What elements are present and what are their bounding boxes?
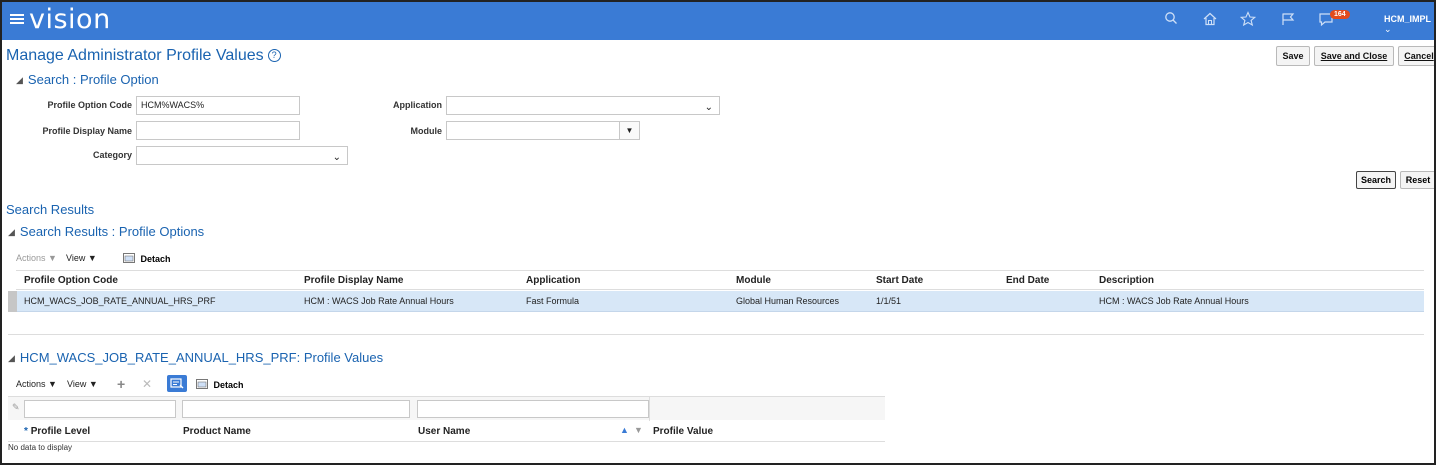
column-header-profile-level[interactable]: * Profile Level	[24, 426, 90, 437]
actions-label: Actions	[16, 379, 46, 389]
dropdown-arrow-icon[interactable]: ▼	[619, 122, 639, 139]
reset-button[interactable]: Reset	[1400, 171, 1434, 189]
application-label: Application	[393, 100, 442, 110]
cancel-button[interactable]: Cancel	[1398, 46, 1434, 66]
column-divider	[649, 397, 650, 421]
detach-icon	[196, 379, 208, 389]
user-name-filter[interactable]	[417, 400, 649, 418]
detach-icon	[123, 253, 135, 263]
brand-logo[interactable]: vision	[29, 4, 111, 35]
actions-label: Actions	[16, 253, 46, 263]
section-divider	[8, 334, 1424, 335]
column-header-module[interactable]: Module	[736, 275, 771, 286]
cell-description: HCM : WACS Job Rate Annual Hours	[1099, 296, 1249, 306]
profile-level-label: Profile Level	[30, 426, 91, 437]
column-header-start-date[interactable]: Start Date	[876, 275, 923, 286]
flag-icon[interactable]	[1278, 11, 1298, 31]
view-label: View	[67, 379, 87, 389]
app-window: vision 164 HCM_IMPL ⌄ Manage Administrat…	[0, 0, 1436, 465]
notification-count-badge: 164	[1330, 10, 1350, 19]
detach-button[interactable]: Detach	[196, 379, 244, 390]
category-select[interactable]: ⌄	[136, 146, 348, 165]
profile-display-name-label: Profile Display Name	[42, 126, 132, 136]
column-header-product-name[interactable]: Product Name	[183, 426, 251, 437]
profile-level-filter[interactable]	[24, 400, 176, 418]
edit-icon: ✎	[12, 402, 20, 412]
search-button[interactable]: Search	[1356, 171, 1396, 189]
column-header-application[interactable]: Application	[526, 275, 580, 286]
chevron-down-icon: ⌄	[1384, 24, 1392, 34]
view-menu[interactable]: View ▼	[67, 379, 98, 389]
application-select[interactable]: ⌄	[446, 96, 720, 115]
cell-start-date: 1/1/51	[876, 296, 902, 306]
query-by-example-icon[interactable]	[167, 375, 187, 392]
actions-menu[interactable]: Actions ▼	[16, 379, 57, 389]
column-header-end-date[interactable]: End Date	[1006, 275, 1049, 286]
search-section-title: Search : Profile Option	[27, 72, 159, 87]
home-icon[interactable]	[1200, 11, 1220, 31]
profile-options-section-header[interactable]: ◢ Search Results : Profile Options	[8, 224, 204, 239]
collapse-triangle-icon[interactable]: ◢	[8, 227, 15, 238]
profile-display-name-field[interactable]	[136, 121, 300, 140]
module-label: Module	[410, 126, 443, 136]
cell-profile-option-code: HCM_WACS_JOB_RATE_ANNUAL_HRS_PRF	[24, 296, 216, 306]
table-row[interactable]: HCM_WACS_JOB_RATE_ANNUAL_HRS_PRF HCM : W…	[8, 291, 1424, 312]
column-header-profile-value[interactable]: Profile Value	[653, 426, 713, 437]
detach-label: Detach	[213, 380, 244, 390]
column-header-user-name[interactable]: User Name	[418, 426, 470, 437]
profile-option-code-field[interactable]: HCM%WACS%	[136, 96, 300, 115]
collapse-triangle-icon[interactable]: ◢	[16, 75, 23, 86]
results-table-header: Profile Option Code Profile Display Name…	[16, 270, 1424, 290]
menu-icon[interactable]	[10, 12, 26, 26]
user-name: HCM_IMPL	[1384, 14, 1431, 24]
page-title-text: Manage Administrator Profile Values	[6, 47, 264, 64]
user-menu[interactable]: HCM_IMPL ⌄	[1384, 14, 1434, 35]
help-icon[interactable]: ?	[267, 49, 281, 62]
sort-descending-icon[interactable]: ▼	[634, 425, 643, 435]
delete-icon[interactable]: ✕	[142, 377, 152, 391]
add-icon[interactable]: +	[117, 376, 125, 392]
filter-row: ✎	[8, 396, 885, 421]
search-section-header[interactable]: ◢ Search : Profile Option	[16, 72, 159, 87]
actions-menu[interactable]: Actions ▼	[16, 253, 57, 263]
global-header: vision 164 HCM_IMPL ⌄	[2, 2, 1434, 40]
search-icon[interactable]	[1161, 11, 1181, 31]
column-header-description[interactable]: Description	[1099, 275, 1154, 286]
cell-module: Global Human Resources	[736, 296, 840, 306]
chevron-down-icon: ⌄	[332, 152, 341, 163]
view-menu[interactable]: View ▼	[66, 253, 97, 263]
detach-button[interactable]: Detach	[123, 253, 171, 264]
chevron-down-icon: ⌄	[704, 102, 713, 113]
cell-application: Fast Formula	[526, 296, 580, 306]
search-results-title: Search Results	[6, 202, 95, 217]
cell-profile-display-name: HCM : WACS Job Rate Annual Hours	[304, 296, 454, 306]
product-name-filter[interactable]	[182, 400, 410, 418]
module-select[interactable]: ▼	[446, 121, 640, 140]
profile-option-code-label: Profile Option Code	[47, 100, 133, 110]
empty-table-message: No data to display	[8, 443, 73, 452]
category-label: Category	[92, 150, 132, 160]
column-header-profile-option-code[interactable]: Profile Option Code	[24, 275, 118, 286]
save-button[interactable]: Save	[1276, 46, 1310, 66]
collapse-triangle-icon[interactable]: ◢	[8, 353, 15, 364]
star-icon[interactable]	[1238, 11, 1258, 31]
row-selector[interactable]	[8, 291, 17, 312]
page-title: Manage Administrator Profile Values?	[6, 47, 281, 65]
profile-values-table-header: * Profile Level Product Name User Name ▲…	[8, 421, 885, 442]
column-header-profile-display-name[interactable]: Profile Display Name	[304, 275, 403, 286]
view-label: View	[66, 253, 86, 263]
detach-label: Detach	[140, 254, 171, 264]
profile-values-section-header[interactable]: ◢ HCM_WACS_JOB_RATE_ANNUAL_HRS_PRF: Profi…	[8, 350, 383, 365]
required-marker: *	[24, 426, 28, 437]
sort-ascending-icon[interactable]: ▲	[620, 425, 629, 435]
save-and-close-button[interactable]: Save and Close	[1314, 46, 1394, 66]
profile-values-section-title: HCM_WACS_JOB_RATE_ANNUAL_HRS_PRF: Profil…	[19, 350, 384, 365]
profile-options-section-title: Search Results : Profile Options	[19, 224, 205, 239]
